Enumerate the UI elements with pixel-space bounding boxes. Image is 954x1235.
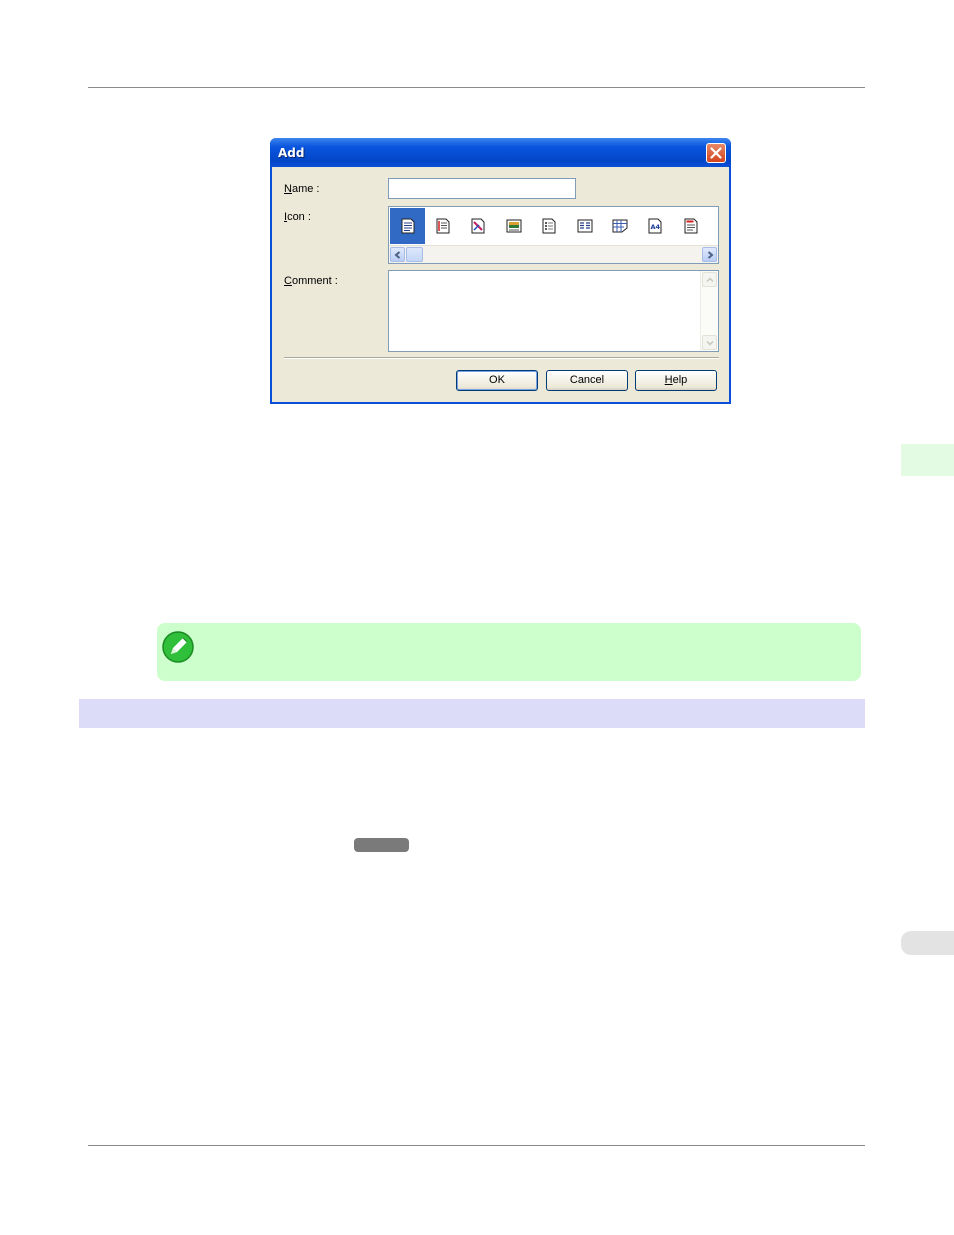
scroll-left-button[interactable]: [390, 247, 405, 262]
cancel-button[interactable]: Cancel: [546, 370, 628, 391]
name-label-text: ame :: [291, 183, 320, 195]
icon-list[interactable]: A4: [388, 206, 719, 264]
document-a4-icon: A4: [648, 218, 662, 234]
document-image-icon: [471, 218, 485, 234]
scroll-up-button[interactable]: [702, 272, 717, 287]
comment-label-accesskey: C: [284, 275, 292, 287]
dialog-separator: [284, 357, 719, 359]
footer-rule: [88, 1145, 865, 1146]
dialog-titlebar[interactable]: Add: [270, 138, 731, 167]
scroll-down-button[interactable]: [702, 335, 717, 350]
icon-list-scrollbar[interactable]: [389, 245, 718, 263]
comment-label-text: omment :: [291, 275, 338, 287]
icon-option-1[interactable]: [390, 208, 426, 244]
header-rule: [88, 87, 865, 88]
document-red-margin-icon: [436, 218, 450, 234]
name-input[interactable]: [388, 178, 576, 199]
name-label-accesskey: N: [284, 183, 292, 195]
icon-label-text: con :: [287, 211, 311, 223]
section-heading-bar: [79, 699, 865, 728]
inline-button-graphic: [354, 838, 409, 852]
icon-option-9[interactable]: [673, 208, 708, 244]
scroll-right-button[interactable]: [702, 247, 717, 262]
chevron-down-icon: [706, 340, 714, 346]
chevron-up-icon: [706, 277, 714, 283]
add-dialog: Add Name : Icon : A4 Comment: OK Cancel…: [270, 138, 731, 404]
document-photo-icon: [506, 219, 522, 233]
note-box: [157, 623, 861, 681]
chevron-right-icon: [707, 251, 714, 259]
icon-option-8[interactable]: A4: [638, 208, 673, 244]
icon-label: Icon :: [284, 211, 311, 223]
document-columns-icon: [577, 219, 593, 233]
icon-option-3[interactable]: [461, 208, 496, 244]
close-button[interactable]: [706, 143, 726, 163]
icon-option-5[interactable]: [532, 208, 567, 244]
chapter-side-tab: [901, 444, 954, 476]
icon-option-6[interactable]: [567, 208, 602, 244]
icon-option-7[interactable]: [602, 208, 637, 244]
index-side-tab: [901, 931, 954, 955]
ok-button[interactable]: OK: [456, 370, 538, 391]
dialog-title: Add: [278, 146, 305, 160]
document-red-header-icon: [684, 218, 698, 234]
scroll-thumb[interactable]: [406, 247, 423, 262]
help-accesskey: H: [664, 374, 673, 386]
help-button[interactable]: Help: [635, 370, 717, 391]
comment-scrollbar[interactable]: [700, 271, 718, 351]
icon-option-2[interactable]: [425, 208, 460, 244]
document-lines-icon: [401, 218, 415, 234]
document-grid-icon: [612, 219, 628, 233]
comment-textarea[interactable]: [388, 270, 719, 352]
a4-icon-text: A4: [651, 223, 661, 231]
note-pencil-icon: [161, 630, 195, 668]
chevron-left-icon: [394, 251, 401, 259]
comment-label: Comment :: [284, 275, 338, 287]
document-list-icon: [542, 218, 556, 234]
close-icon: [710, 147, 722, 159]
help-label-text: elp: [672, 374, 688, 386]
icon-option-4[interactable]: [496, 208, 531, 244]
name-label: Name :: [284, 183, 319, 195]
